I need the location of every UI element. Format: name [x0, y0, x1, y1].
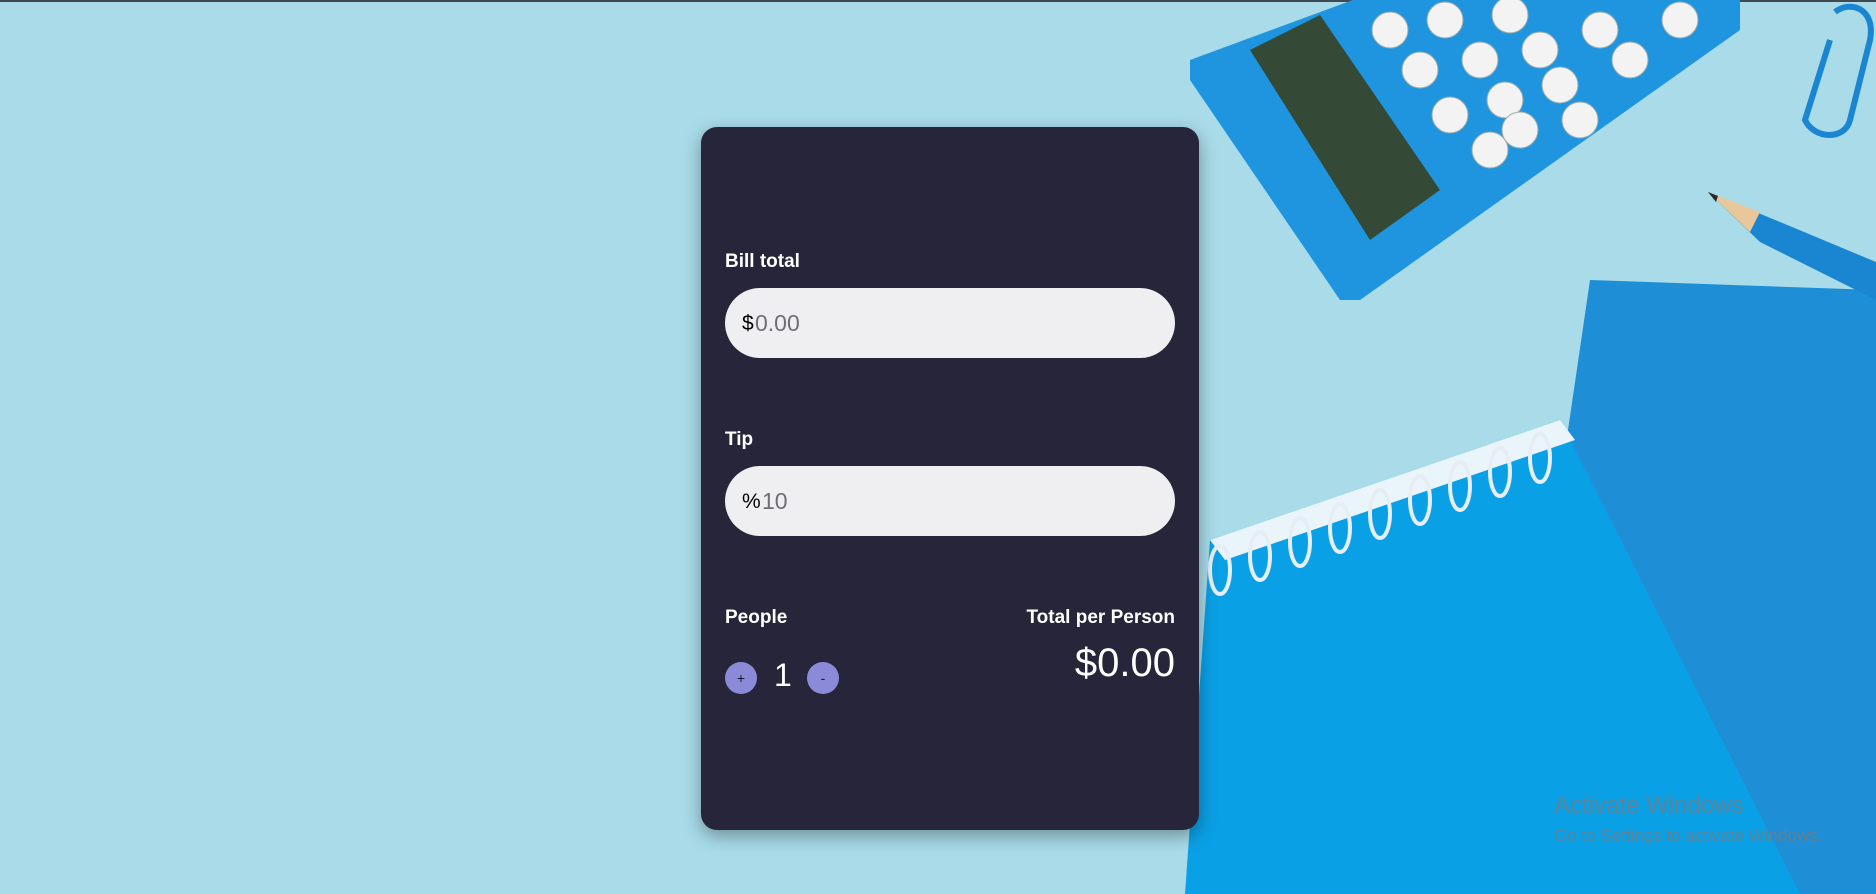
calculator-icon [1190, 0, 1740, 300]
tip-label: Tip [725, 429, 754, 450]
tip-input[interactable] [762, 478, 1162, 524]
notebook-icon [1185, 280, 1876, 894]
bill-total-input[interactable] [755, 300, 1155, 346]
increase-people-button[interactable]: + [725, 662, 757, 694]
activate-windows-subtitle: Go to Settings to activate Windows. [1554, 826, 1823, 845]
total-per-person-label: Total per Person [1026, 607, 1175, 628]
percent-prefix: % [742, 490, 761, 513]
people-count: 1 [774, 657, 792, 693]
tip-field: % [725, 466, 1175, 536]
pencil-icon [1708, 192, 1876, 300]
paperclip-icon [1801, 3, 1874, 138]
bill-total-field: $ [725, 288, 1175, 358]
bill-total-label: Bill total [725, 251, 800, 272]
people-label: People [725, 607, 788, 628]
decrease-people-button[interactable]: - [807, 662, 839, 694]
tip-calculator-card: Bill total $ Tip % People + 1 - Total pe… [701, 127, 1199, 830]
activate-windows-title: Activate Windows [1554, 792, 1744, 819]
total-per-person-value: $0.00 [1074, 641, 1175, 685]
dollar-prefix: $ [742, 312, 754, 335]
